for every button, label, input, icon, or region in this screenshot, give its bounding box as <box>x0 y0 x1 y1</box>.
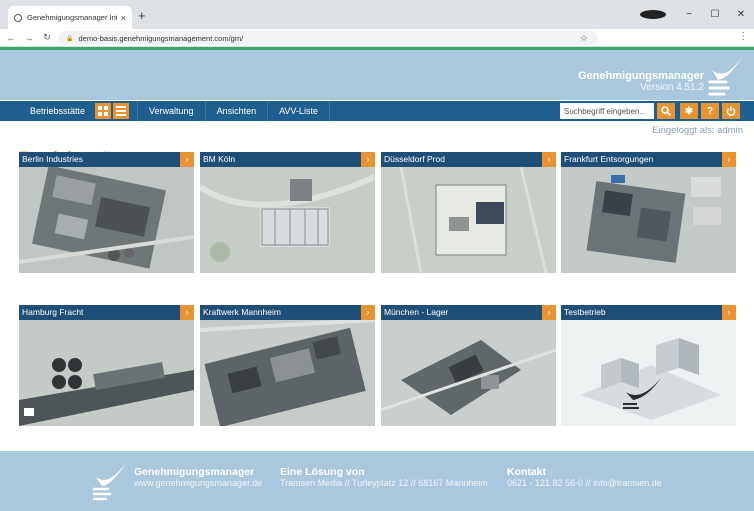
search-input[interactable] <box>560 103 654 119</box>
gear-icon: ✱ <box>684 105 694 117</box>
version-label: Version 4.51.2 <box>640 82 704 93</box>
list-icon <box>116 106 127 116</box>
site-aerial-image <box>200 320 375 426</box>
search-box <box>560 103 654 119</box>
help-icon: ? <box>706 105 714 117</box>
grid-view-button[interactable] <box>95 103 112 119</box>
search-button[interactable] <box>657 103 675 119</box>
site-card-title: BM Köln <box>200 152 375 167</box>
browser-menu-icon[interactable]: ⋮ <box>738 31 748 42</box>
nav-betriebsstaette[interactable]: Betriebsstätte <box>0 101 93 121</box>
chevron-right-icon[interactable]: › <box>180 305 194 320</box>
new-tab-button[interactable]: + <box>138 8 146 23</box>
site-card-muenchen[interactable]: München - Lager › <box>381 305 556 426</box>
site-card-title: Berlin Industries <box>19 152 194 167</box>
site-aerial-image <box>381 167 556 273</box>
chevron-right-icon[interactable]: › <box>361 305 375 320</box>
site-card-frankfurt[interactable]: Frankfurt Entsorgungen › <box>561 152 736 273</box>
lock-icon: 🔒 <box>66 35 74 42</box>
browser-tab[interactable]: Genehmigungsmanager Intranet × <box>8 6 132 29</box>
browser-tab-bar: Genehmigungsmanager Intranet × + − ☐ ✕ <box>0 0 754 29</box>
site-card-title: Hamburg Fracht <box>19 305 194 320</box>
logout-button[interactable] <box>722 103 740 119</box>
site-aerial-image <box>561 167 736 273</box>
footer-contact: Kontakt 0621 - 121 82 56-0 // info@trams… <box>507 466 662 489</box>
chevron-right-icon[interactable]: › <box>722 152 736 167</box>
login-info: Eingeloggt als: admin <box>652 125 743 136</box>
nav-avv-liste[interactable]: AVV-Liste <box>268 101 330 121</box>
site-card-title: Testbetrieb <box>561 305 736 320</box>
footer-company: Eine Lösung von Tramsen Media // Turleyp… <box>280 466 488 489</box>
power-icon <box>726 106 736 116</box>
nav-verwaltung[interactable]: Verwaltung <box>137 101 206 121</box>
grid-icon <box>98 106 109 116</box>
close-window-button[interactable]: ✕ <box>728 9 754 20</box>
brand-name: Genehmigungsmanager <box>578 70 704 82</box>
site-card-hamburg[interactable]: Hamburg Fracht › <box>19 305 194 426</box>
site-card-mannheim[interactable]: Kraftwerk Mannheim › <box>200 305 375 426</box>
site-card-title: München - Lager <box>381 305 556 320</box>
app-header: Genehmigungsmanager Version 4.51.2 <box>0 50 754 100</box>
page-footer: Genehmigungsmanager www.genehmigungsmana… <box>0 451 754 511</box>
chevron-right-icon[interactable]: › <box>180 152 194 167</box>
site-card-duesseldorf[interactable]: Düsseldorf Prod › <box>381 152 556 273</box>
footer-contact-line[interactable]: 0621 - 121 82 56-0 // info@tramsen.de <box>507 478 662 489</box>
site-card-koeln[interactable]: BM Köln › <box>200 152 375 273</box>
site-card-title: Düsseldorf Prod <box>381 152 556 167</box>
list-view-button[interactable] <box>113 103 130 119</box>
url-field[interactable]: 🔒 demo-basis.genehmigungsmanagement.com/… <box>58 31 598 45</box>
site-aerial-image <box>19 320 194 426</box>
forward-icon[interactable]: → <box>22 33 36 43</box>
nav-ansichten[interactable]: Ansichten <box>206 101 269 121</box>
site-card-title: Frankfurt Entsorgungen <box>561 152 736 167</box>
settings-button[interactable]: ✱ <box>680 103 698 119</box>
maximize-button[interactable]: ☐ <box>702 9 728 20</box>
chevron-right-icon[interactable]: › <box>361 152 375 167</box>
window-controls: − ☐ ✕ <box>640 0 754 29</box>
back-icon[interactable]: ← <box>4 33 18 43</box>
help-button[interactable]: ? <box>701 103 719 119</box>
url-text: demo-basis.genehmigungsmanagement.com/gm… <box>78 33 244 43</box>
brand: Genehmigungsmanager Version 4.51.2 <box>578 70 704 94</box>
site-aerial-image <box>19 167 194 273</box>
site-card-berlin[interactable]: Berlin Industries › <box>19 152 194 273</box>
profile-icon[interactable] <box>640 10 666 19</box>
site-card-title: Kraftwerk Mannheim <box>200 305 375 320</box>
chevron-right-icon[interactable]: › <box>542 152 556 167</box>
footer-website-link[interactable]: www.genehmigungsmanager.de <box>134 478 262 489</box>
main-navbar: Betriebsstätte Verwaltung Ansichten AVV-… <box>0 101 754 121</box>
search-icon <box>661 106 671 116</box>
footer-contact-title: Kontakt <box>507 466 547 478</box>
footer-brand: Genehmigungsmanager www.genehmigungsmana… <box>134 466 262 489</box>
tab-close-icon[interactable]: × <box>121 13 126 23</box>
footer-brand-title: Genehmigungsmanager <box>134 466 255 478</box>
site-aerial-image <box>200 167 375 273</box>
bookmark-star-icon[interactable]: ☆ <box>580 33 588 44</box>
footer-company-address: Tramsen Media // Turleyplatz 12 // 68167… <box>280 478 488 488</box>
reload-icon[interactable]: ↻ <box>40 32 54 43</box>
footer-company-title: Eine Lösung von <box>280 466 365 478</box>
tab-title: Genehmigungsmanager Intranet <box>27 13 117 22</box>
address-bar: ← → ↻ 🔒 demo-basis.genehmigungsmanagemen… <box>0 29 754 47</box>
footer-logo-icon <box>92 463 126 501</box>
site-illustration-image <box>561 320 736 426</box>
brand-logo-icon <box>708 54 744 96</box>
minimize-button[interactable]: − <box>676 9 702 20</box>
chevron-right-icon[interactable]: › <box>722 305 736 320</box>
site-aerial-image <box>381 320 556 426</box>
chevron-right-icon[interactable]: › <box>542 305 556 320</box>
favicon-icon <box>14 13 22 22</box>
site-card-testbetrieb[interactable]: Testbetrieb › <box>561 305 736 426</box>
